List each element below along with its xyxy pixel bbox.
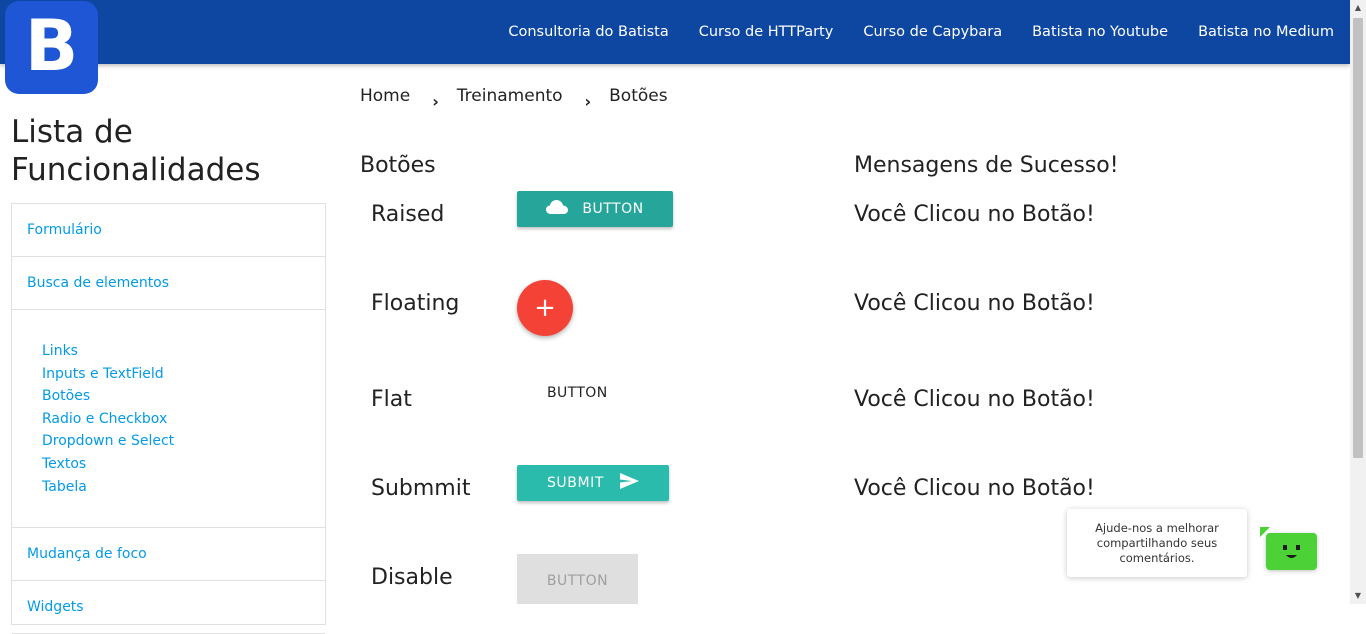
page-scrollbar[interactable]: ▲ ▼ — [1350, 0, 1366, 604]
nav-link-consultoria[interactable]: Consultoria do Batista — [508, 24, 668, 40]
row-label-flat: Flat — [371, 387, 412, 412]
row-label-submit: Submmit — [371, 476, 471, 501]
scroll-down-arrow-icon[interactable]: ▼ — [1350, 588, 1366, 604]
nav-links: Consultoria do Batista Curso de HTTParty… — [478, 0, 1334, 64]
cloud-icon — [546, 200, 569, 218]
logo-letter: B — [24, 4, 79, 87]
sidebar-title: Lista de Funcionalidades — [11, 114, 261, 188]
nav-link-youtube[interactable]: Batista no Youtube — [1032, 24, 1168, 40]
raised-button-label: BUTTON — [582, 201, 644, 217]
plus-icon: + — [534, 293, 556, 323]
nav-link-capybara[interactable]: Curso de Capybara — [863, 24, 1002, 40]
sidebar-subitem-textos[interactable]: Textos — [42, 453, 325, 476]
raised-button[interactable]: BUTTON — [517, 191, 673, 227]
success-message-raised: Você Clicou no Botão! — [854, 202, 1095, 227]
row-label-raised: Raised — [371, 202, 445, 227]
sidebar-subitem-radio[interactable]: Radio e Checkbox — [42, 408, 325, 431]
send-icon — [620, 473, 640, 493]
success-message-flat: Você Clicou no Botão! — [854, 387, 1095, 412]
submit-button-label: SUBMIT — [546, 475, 605, 491]
chevron-right-icon: › — [584, 91, 592, 111]
row-label-disable: Disable — [371, 565, 453, 590]
chevron-right-icon: › — [432, 91, 439, 111]
sidebar-item-mudanca-foco[interactable]: Mudança de foco — [12, 528, 325, 581]
disabled-button: BUTTON — [517, 554, 638, 604]
sidebar-subitem-dropdown[interactable]: Dropdown e Select — [42, 430, 325, 453]
success-message-floating: Você Clicou no Botão! — [854, 291, 1095, 316]
sidebar-subitem-botoes[interactable]: Botões — [42, 385, 325, 408]
feedback-tooltip[interactable]: Ajude-nos a melhorar compartilhando seus… — [1067, 509, 1247, 577]
flat-button[interactable]: BUTTON — [547, 385, 608, 401]
row-label-floating: Floating — [371, 291, 460, 316]
top-navbar: Consultoria do Batista Curso de HTTParty… — [0, 0, 1350, 64]
sidebar-item-formulario[interactable]: Formulário — [12, 204, 325, 257]
success-message-submit: Você Clicou no Botão! — [854, 476, 1095, 501]
sidebar-submenu: Links Inputs e TextField Botões Radio e … — [12, 310, 325, 528]
sidebar-subitem-inputs[interactable]: Inputs e TextField — [42, 363, 325, 386]
sidebar-subitem-tabela[interactable]: Tabela — [42, 476, 325, 499]
floating-add-button[interactable]: + — [517, 280, 573, 336]
page-heading: Botões — [360, 153, 436, 178]
smiley-face-icon — [1283, 545, 1300, 558]
breadcrumb-home[interactable]: Home — [360, 86, 410, 106]
feedback-widget-button[interactable] — [1266, 533, 1317, 570]
sidebar-subitem-links[interactable]: Links — [42, 340, 325, 363]
submit-button[interactable]: SUBMIT — [517, 465, 669, 501]
breadcrumb-current: Botões — [609, 86, 668, 106]
sidebar-item-next[interactable]: Widgets — [12, 581, 325, 634]
breadcrumb-treinamento[interactable]: Treinamento — [457, 86, 563, 106]
nav-link-httparty[interactable]: Curso de HTTParty — [699, 24, 834, 40]
scroll-up-arrow-icon[interactable]: ▲ — [1350, 0, 1366, 16]
site-logo[interactable]: B — [5, 1, 98, 94]
scrollbar-thumb[interactable] — [1353, 18, 1363, 458]
sidebar-item-busca[interactable]: Busca de elementos — [12, 257, 325, 310]
messages-heading: Mensagens de Sucesso! — [854, 153, 1119, 178]
breadcrumb: Home › Treinamento › Botões — [360, 86, 668, 111]
sidebar-menu: Formulário Busca de elementos Links Inpu… — [11, 203, 326, 634]
nav-link-medium[interactable]: Batista no Medium — [1198, 24, 1334, 40]
